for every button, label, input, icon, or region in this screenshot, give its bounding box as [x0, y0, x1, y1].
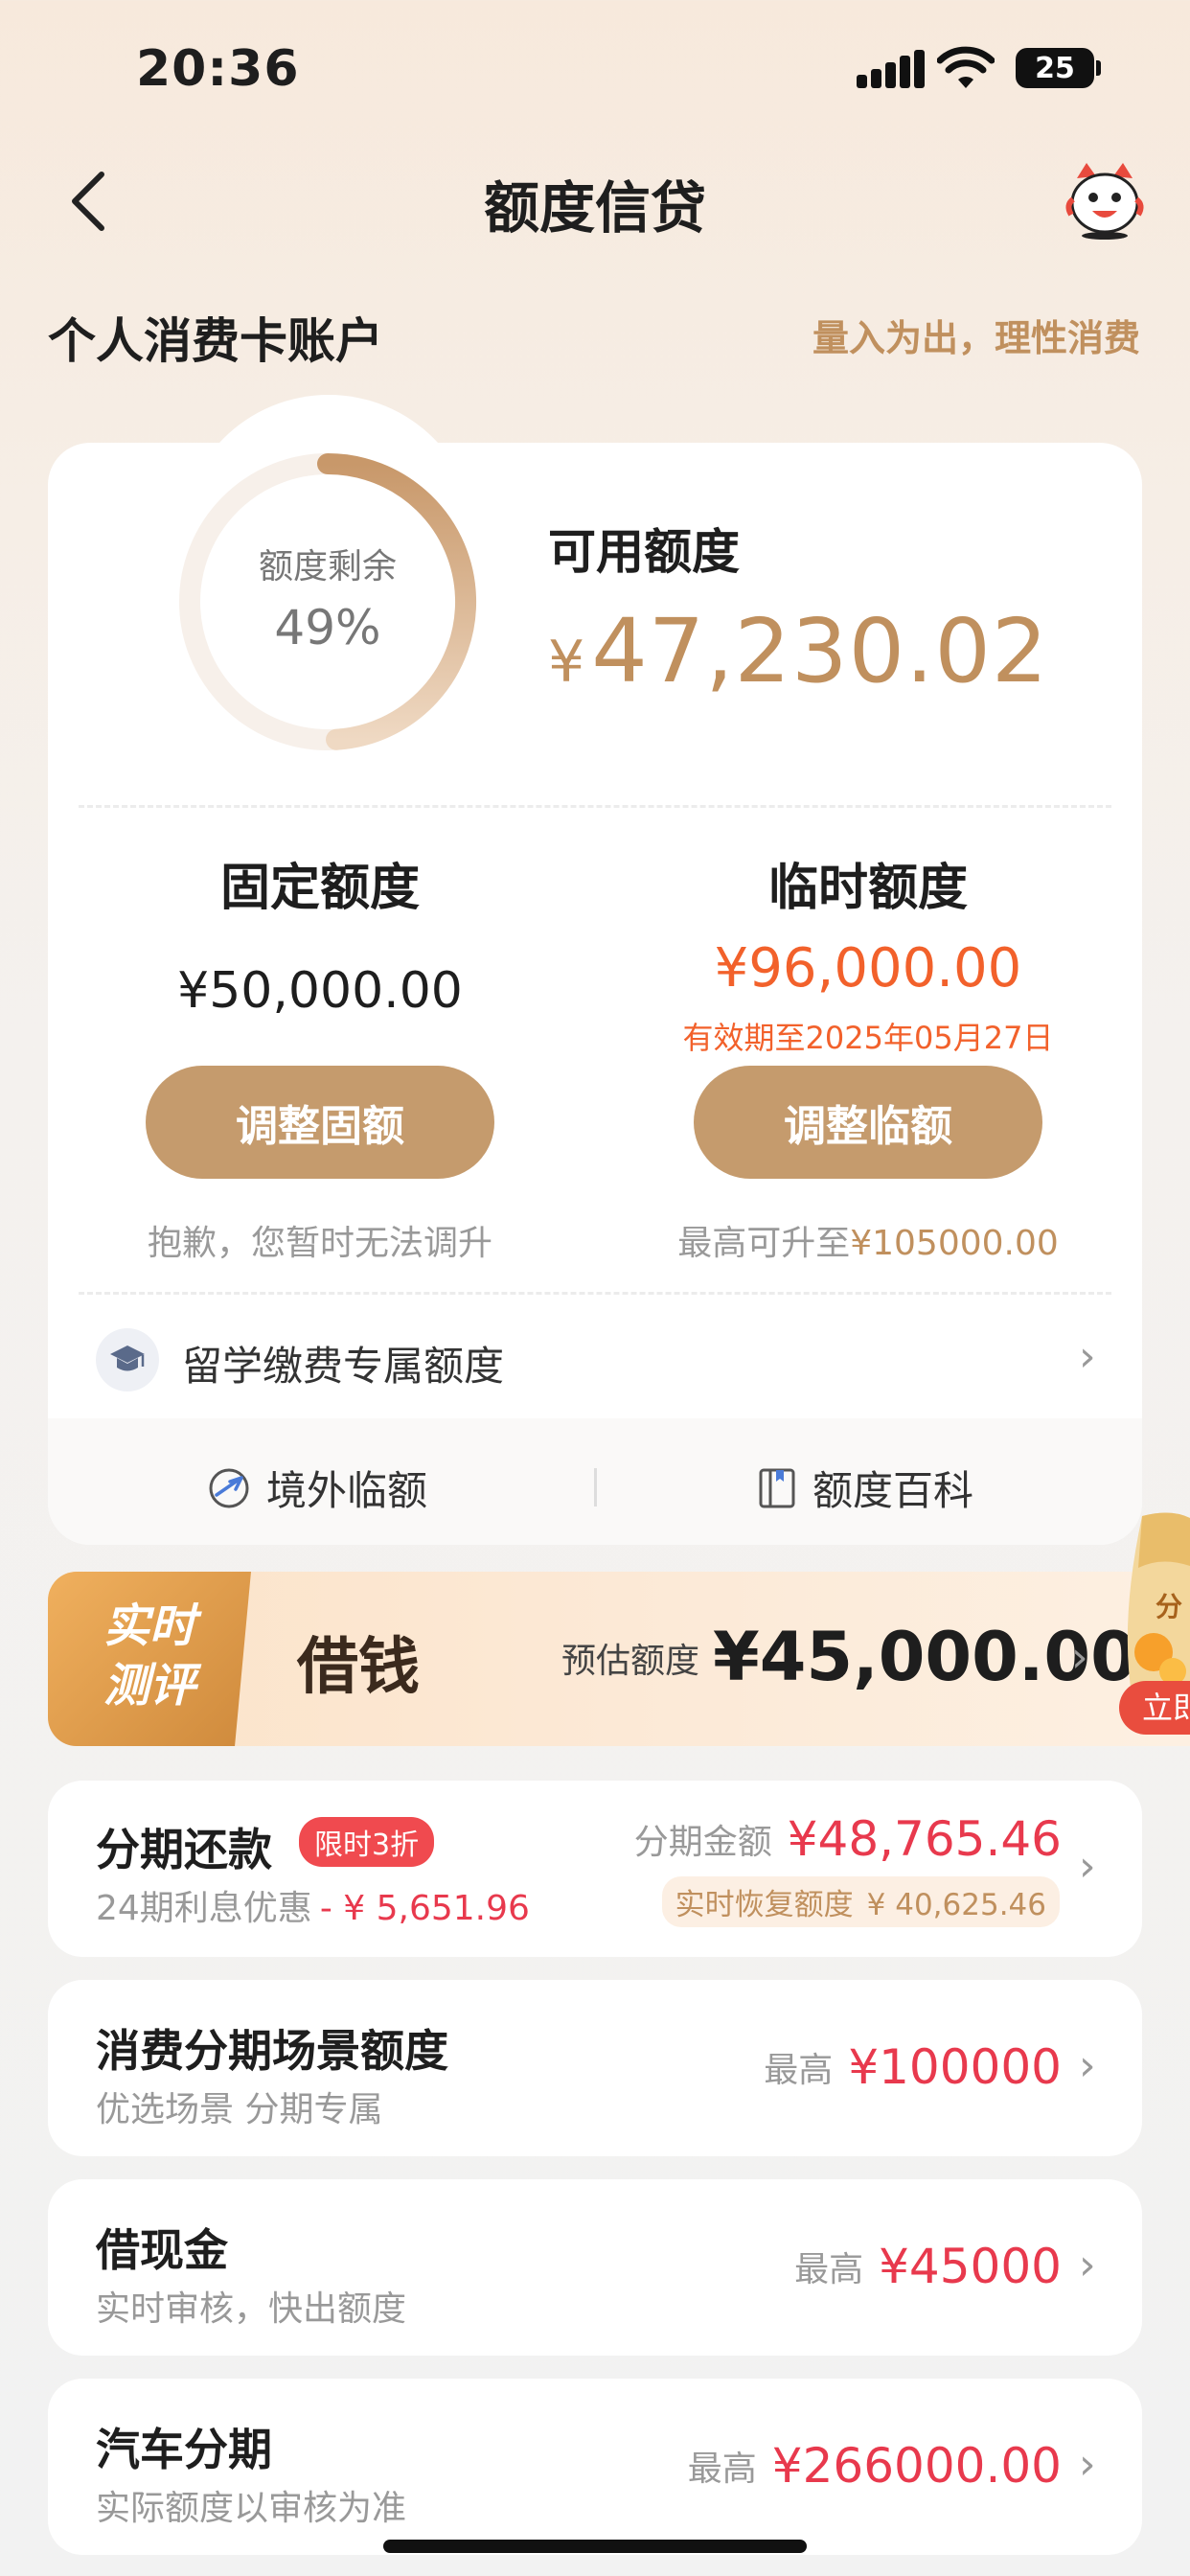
tag-line-1: 实时: [103, 1599, 195, 1653]
study-abroad-icon-wrap: [96, 1328, 159, 1392]
adjust-fixed-button[interactable]: 调整固额: [146, 1066, 494, 1179]
max-amount-group: 最高 ¥266000.00: [688, 2438, 1062, 2494]
item-right-amount: ¥266000.00: [771, 2438, 1062, 2494]
battery-level: 25: [1035, 51, 1075, 85]
chevron-right-icon: ›: [1079, 1842, 1096, 1891]
cellular-signal-icon: [857, 50, 925, 88]
link-separator: [594, 1468, 597, 1506]
overseas-temp-label: 境外临额: [266, 1467, 428, 1514]
recover-value: ¥ 40,625.46: [866, 1888, 1046, 1922]
item-title: 汽车分期: [96, 2424, 272, 2475]
currency-symbol: ¥: [548, 629, 586, 696]
book-icon: [759, 1468, 795, 1507]
tag-line-2: 测评: [103, 1659, 195, 1713]
available-amount-value: 47,230.02: [591, 600, 1049, 702]
item-right-label: 最高: [794, 2250, 864, 2289]
item-subtitle: 24期利息优惠 - ¥ 5,651.96: [96, 1880, 530, 1930]
chevron-right-icon: ›: [1071, 1633, 1088, 1682]
item-title: 借现金: [96, 2224, 228, 2276]
item-subtitle: 实际额度以审核为准: [96, 2489, 407, 2528]
realtime-eval-tag: 实时 测评: [48, 1572, 251, 1746]
ring-percent: 49%: [274, 600, 381, 656]
borrow-title: 借钱: [297, 1631, 420, 1703]
item-sub-prefix: 24期利息优惠: [96, 1889, 312, 1928]
max-amount-group: 最高 ¥100000: [764, 2039, 1062, 2095]
item-right-label: 最高: [764, 2051, 834, 2090]
divider: [79, 1292, 1111, 1295]
installment-amount-group: 分期金额 ¥48,765.46: [634, 1811, 1062, 1867]
item-title: 消费分期场景额度: [96, 2025, 448, 2077]
status-time: 20:36: [136, 40, 300, 98]
chevron-right-icon: ›: [1079, 1332, 1096, 1381]
page-title: 额度信贷: [483, 175, 706, 241]
available-amount: ¥47,230.02: [548, 600, 1048, 702]
account-slogan: 量入为出，理性消费: [812, 317, 1140, 359]
account-title: 个人消费卡账户: [48, 313, 383, 369]
ring-label: 额度剩余: [258, 547, 397, 586]
graduation-cap-icon: [110, 1346, 145, 1371]
temp-note-value: ¥105000.00: [850, 1224, 1059, 1263]
credit-wiki-label: 额度百科: [812, 1467, 974, 1514]
fixed-credit-amount: ¥50,000.00: [177, 962, 463, 1020]
temp-credit-valid-until: 有效期至2025年05月27日: [682, 1020, 1054, 1056]
item-right-amount: ¥48,765.46: [787, 1811, 1062, 1867]
battery-cap: [1096, 60, 1101, 76]
home-indicator[interactable]: [383, 2540, 807, 2553]
temp-credit-amount: ¥96,000.00: [714, 937, 1022, 1000]
wifi-icon: [937, 46, 995, 88]
airplane-icon: [209, 1468, 249, 1507]
overseas-temp-link[interactable]: 境外临额: [207, 1459, 427, 1517]
temp-credit-heading: 临时额度: [767, 860, 968, 917]
chevron-right-icon: ›: [1079, 2440, 1096, 2489]
divider: [79, 805, 1111, 808]
chevron-right-icon: ›: [1079, 2241, 1096, 2289]
item-sub-value: - ¥ 5,651.96: [319, 1889, 530, 1928]
recover-label: 实时恢复额度: [675, 1888, 854, 1922]
temp-credit-note: 最高可升至¥105000.00: [600, 1215, 1136, 1265]
estimate-label: 预估额度: [561, 1642, 700, 1681]
recover-credit-tag: 实时恢复额度 ¥ 40,625.46: [661, 1876, 1060, 1927]
item-right-label: 最高: [687, 2450, 757, 2489]
chevron-right-icon: ›: [1079, 2041, 1096, 2090]
item-subtitle: 实时审核，快出额度: [96, 2289, 407, 2329]
item-right-amount: ¥100000: [848, 2039, 1062, 2095]
study-abroad-link[interactable]: 留学缴费专属额度: [182, 1334, 504, 1392]
item-right-amount: ¥45000: [879, 2239, 1062, 2294]
promo-badge: 限时3折: [299, 1817, 435, 1867]
fixed-credit-note: 抱歉，您暂时无法调升: [147, 1224, 492, 1263]
max-amount-group: 最高 ¥45000: [794, 2239, 1062, 2294]
fixed-credit-heading: 固定额度: [219, 860, 420, 917]
item-title: 分期还款: [96, 1824, 272, 1875]
gift-action-button[interactable]: 立即: [1119, 1681, 1190, 1735]
temp-note-prefix: 最高可升至: [677, 1224, 851, 1263]
item-right-label: 分期金额: [633, 1823, 772, 1862]
item-subtitle: 优选场景 分期专属: [96, 2090, 383, 2129]
mascot-icon[interactable]: [1064, 161, 1146, 240]
adjust-temporary-button[interactable]: 调整临额: [694, 1066, 1042, 1179]
gift-tag-text: 分: [1156, 1591, 1182, 1622]
battery-icon: 25: [1016, 48, 1094, 88]
credit-wiki-link[interactable]: 额度百科: [757, 1459, 973, 1517]
available-label: 可用额度: [548, 524, 740, 580]
